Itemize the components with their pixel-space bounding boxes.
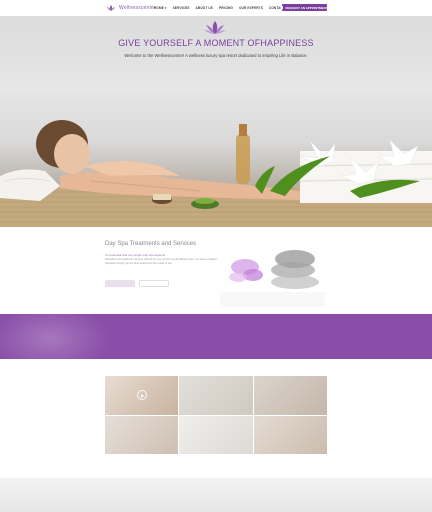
gallery-item[interactable] <box>253 415 327 454</box>
nav-item-pricing[interactable]: PRICING <box>219 6 233 10</box>
nav-item-about-us[interactable]: ABOUT US <box>196 6 213 10</box>
request-appointment-button[interactable]: REQUEST AN APPOINTMENT <box>281 4 328 11</box>
lotus-logo-icon <box>107 5 115 11</box>
gallery-item[interactable] <box>105 376 179 415</box>
logo[interactable]: Wellnesscenter <box>106 4 156 12</box>
gallery-item[interactable] <box>105 415 179 454</box>
spa-gallery <box>105 376 327 454</box>
lotus-icon <box>204 21 226 34</box>
services-title: Day Spa Treatments and Services <box>105 241 197 247</box>
play-icon[interactable] <box>136 390 147 401</box>
band-decoration <box>0 314 110 359</box>
chevron-down-icon: ▾ <box>164 6 167 10</box>
logo-text: Wellnesscenter <box>119 5 156 11</box>
gallery-item[interactable] <box>179 415 253 454</box>
bottom-section <box>0 478 432 512</box>
services-body: Relaxation and wellness services offered… <box>105 258 217 265</box>
purple-banner <box>0 314 432 359</box>
nav-item-home[interactable]: HOME ▾ <box>154 6 167 10</box>
services-secondary-button[interactable] <box>139 280 169 287</box>
site-header: Wellnesscenter HOME ▾ SERVICES ABOUT US … <box>0 0 432 16</box>
nav-item-services[interactable]: SERVICES <box>173 6 190 10</box>
services-section: Day Spa Treatments and Services An essen… <box>0 227 432 314</box>
hero-subtitle: Welcome to the Wellnesscenter! A wellnes… <box>124 53 308 58</box>
services-lead: An essential and one single stop spa asp… <box>105 253 166 257</box>
calendar-icon <box>281 6 284 9</box>
nav-item-our-experts[interactable]: OUR EXPERTS <box>239 6 263 10</box>
gallery-item[interactable] <box>179 376 253 415</box>
hero-banner: GIVE YOURSELF A MOMENT OFHAPPINESS Welco… <box>0 16 432 227</box>
gallery-item[interactable] <box>253 376 327 415</box>
services-primary-button[interactable] <box>105 280 135 287</box>
hero-title: GIVE YOURSELF A MOMENT OFHAPPINESS <box>118 38 314 48</box>
orchid-stones-image <box>220 250 325 307</box>
